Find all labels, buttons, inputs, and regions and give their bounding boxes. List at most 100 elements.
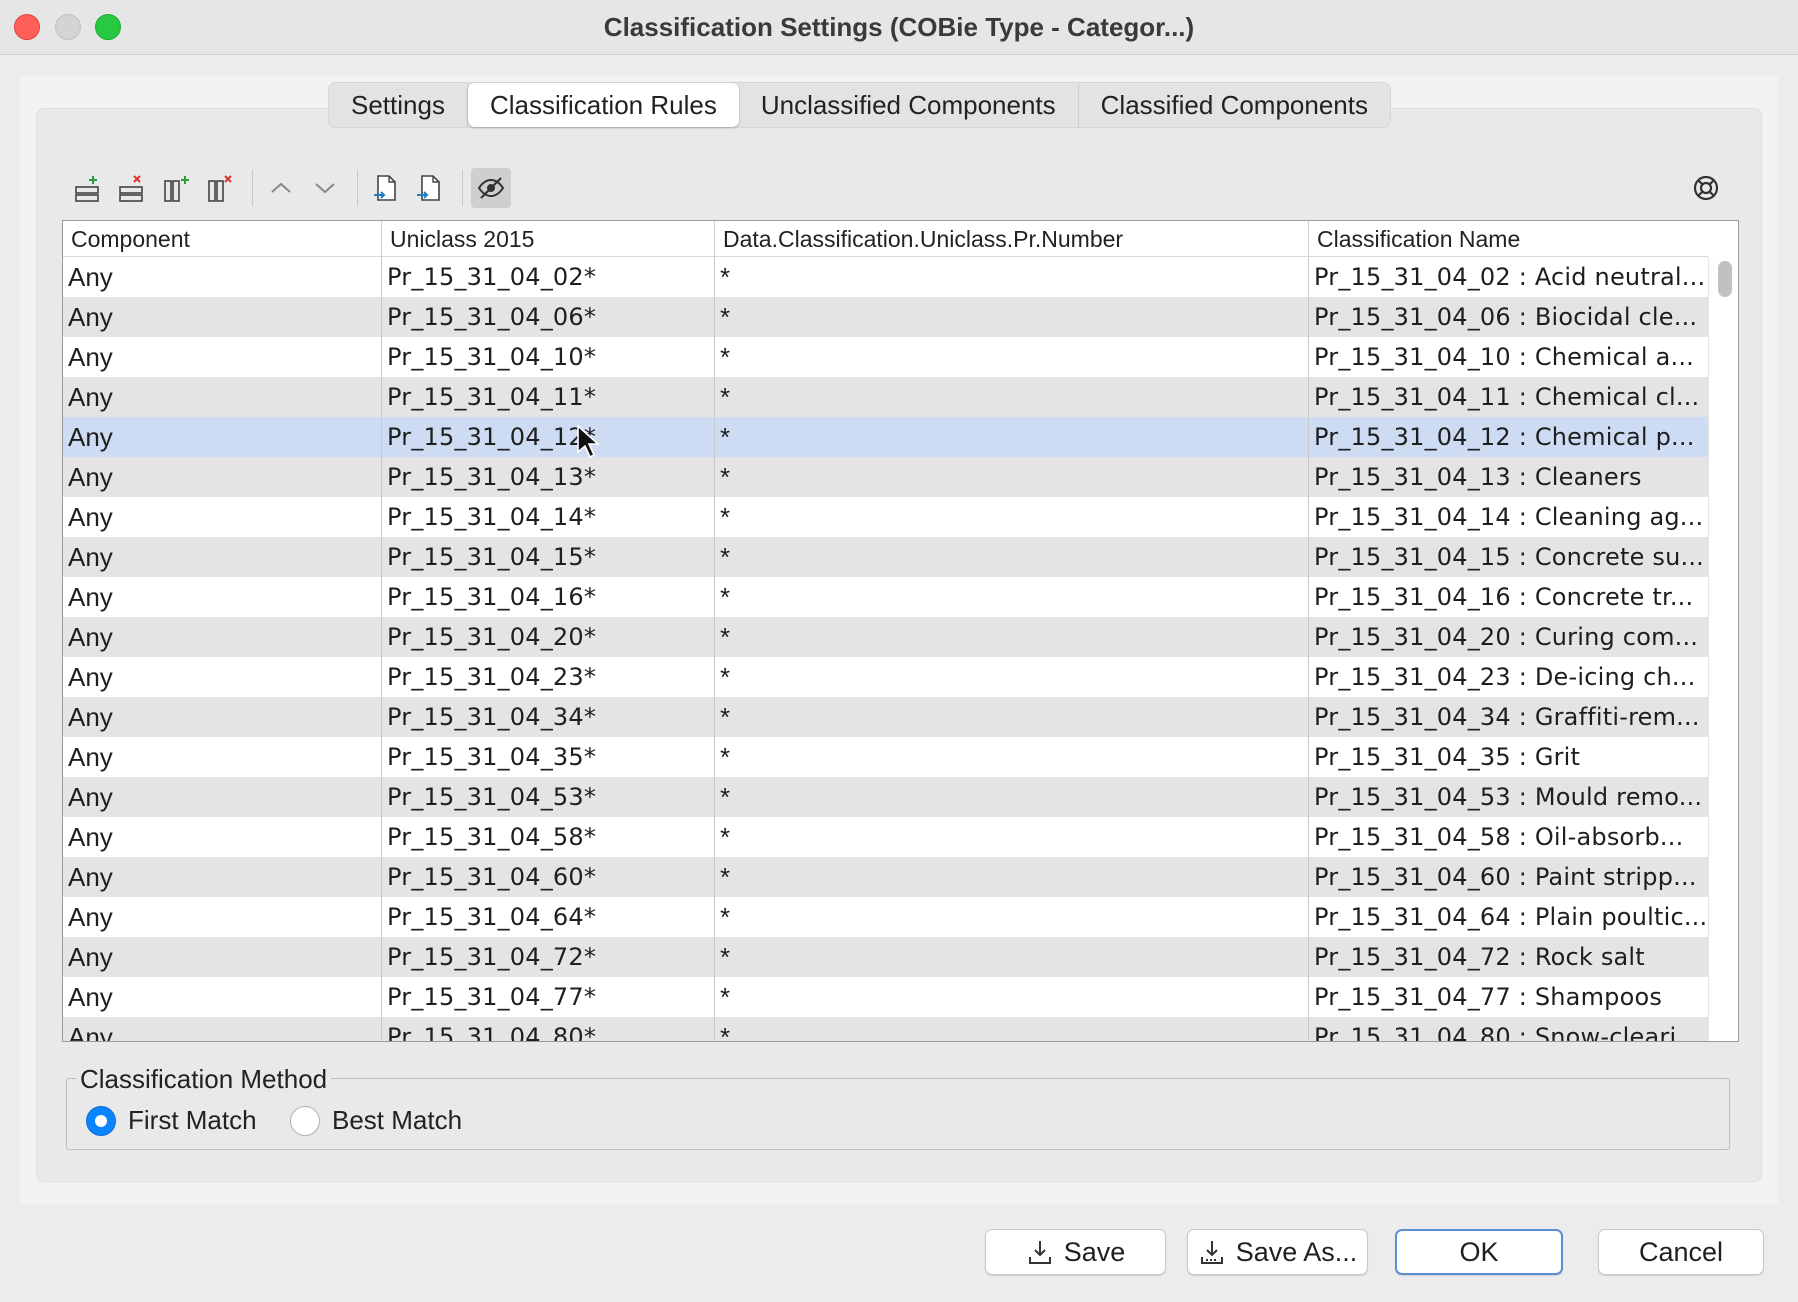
classification-name-cell[interactable]: Pr_15_31_04_11 : Chemical cl... [1308,377,1708,417]
pr-number-cell[interactable]: * [714,817,1308,857]
classification-name-cell[interactable]: Pr_15_31_04_16 : Concrete tr... [1308,577,1708,617]
classification-name-cell[interactable]: Pr_15_31_04_13 : Cleaners [1308,457,1708,497]
table-row[interactable]: Any Pr_15_31_04_77* * Pr_15_31_04_77 : Sham… [63,977,1708,1017]
table-row[interactable]: Any Pr_15_31_04_58* * Pr_15_31_04_58 : Oil-… [63,817,1708,857]
component-cell[interactable]: Any [63,257,381,297]
uniclass-cell[interactable]: Pr_15_31_04_14* [381,497,714,537]
uniclass-cell[interactable]: Pr_15_31_04_77* [381,977,714,1017]
add-row-button[interactable] [68,168,108,208]
best-match-radio[interactable]: Best Match [290,1105,462,1136]
vertical-scrollbar[interactable] [1708,257,1738,1041]
uniclass-cell[interactable]: Pr_15_31_04_64* [381,897,714,937]
uniclass-cell[interactable]: Pr_15_31_04_72* [381,937,714,977]
classification-name-cell[interactable]: Pr_15_31_04_80 : Snow-cleari... [1308,1017,1708,1041]
pr-number-cell[interactable]: * [714,257,1308,297]
pr-number-cell[interactable]: * [714,417,1308,457]
column-header-classification-name[interactable]: Classification Name [1308,221,1708,257]
table-row[interactable]: Any Pr_15_31_04_20* * Pr_15_31_04_20 : Curi… [63,617,1708,657]
component-cell[interactable]: Any [63,977,381,1017]
tab-classification-rules[interactable]: Classification Rules [467,83,739,127]
table-row[interactable]: Any Pr_15_31_04_23* * Pr_15_31_04_23 : De-i… [63,657,1708,697]
classification-name-cell[interactable]: Pr_15_31_04_23 : De-icing ch... [1308,657,1708,697]
table-row[interactable]: Any Pr_15_31_04_12* * Pr_15_31_04_12 : Chem… [63,417,1708,457]
table-row[interactable]: Any Pr_15_31_04_11* * Pr_15_31_04_11 : Chem… [63,377,1708,417]
uniclass-cell[interactable]: Pr_15_31_04_53* [381,777,714,817]
component-cell[interactable]: Any [63,537,381,577]
classification-name-cell[interactable]: Pr_15_31_04_72 : Rock salt [1308,937,1708,977]
column-header-uniclass[interactable]: Uniclass 2015 [381,221,714,257]
save-as-button[interactable]: Save As... [1187,1229,1368,1275]
radio-unselected-indicator[interactable] [290,1105,320,1136]
table-row[interactable]: Any Pr_15_31_04_10* * Pr_15_31_04_10 : Chem… [63,337,1708,377]
help-button[interactable] [1686,168,1726,208]
uniclass-cell[interactable]: Pr_15_31_04_15* [381,537,714,577]
component-cell[interactable]: Any [63,1017,381,1041]
cancel-button[interactable]: Cancel [1598,1229,1764,1275]
table-row[interactable]: Any Pr_15_31_04_13* * Pr_15_31_04_13 : Clea… [63,457,1708,497]
first-match-radio[interactable]: First Match [86,1105,257,1136]
classification-name-cell[interactable]: Pr_15_31_04_14 : Cleaning ag... [1308,497,1708,537]
column-header-pr-number[interactable]: Data.Classification.Uniclass.Pr.Number [714,221,1308,257]
component-cell[interactable]: Any [63,337,381,377]
component-cell[interactable]: Any [63,777,381,817]
move-down-button[interactable] [305,168,345,208]
classification-name-cell[interactable]: Pr_15_31_04_02 : Acid neutral... [1308,257,1708,297]
uniclass-cell[interactable]: Pr_15_31_04_34* [381,697,714,737]
classification-name-cell[interactable]: Pr_15_31_04_34 : Graffiti-rem... [1308,697,1708,737]
component-cell[interactable]: Any [63,297,381,337]
uniclass-cell[interactable]: Pr_15_31_04_06* [381,297,714,337]
move-up-button[interactable] [261,168,301,208]
pr-number-cell[interactable]: * [714,937,1308,977]
component-cell[interactable]: Any [63,617,381,657]
pr-number-cell[interactable]: * [714,897,1308,937]
classification-name-cell[interactable]: Pr_15_31_04_60 : Paint stripp... [1308,857,1708,897]
scrollbar-thumb[interactable] [1718,261,1732,297]
pr-number-cell[interactable]: * [714,337,1308,377]
table-row[interactable]: Any Pr_15_31_04_64* * Pr_15_31_04_64 : Plai… [63,897,1708,937]
table-row[interactable]: Any Pr_15_31_04_72* * Pr_15_31_04_72 : Rock… [63,937,1708,977]
pr-number-cell[interactable]: * [714,457,1308,497]
save-button[interactable]: Save [985,1229,1166,1275]
table-row[interactable]: Any Pr_15_31_04_16* * Pr_15_31_04_16 : Conc… [63,577,1708,617]
classification-name-cell[interactable]: Pr_15_31_04_15 : Concrete su... [1308,537,1708,577]
component-cell[interactable]: Any [63,697,381,737]
table-row[interactable]: Any Pr_15_31_04_15* * Pr_15_31_04_15 : Conc… [63,537,1708,577]
component-cell[interactable]: Any [63,857,381,897]
classification-name-cell[interactable]: Pr_15_31_04_58 : Oil-absorb... [1308,817,1708,857]
uniclass-cell[interactable]: Pr_15_31_04_12* [381,417,714,457]
pr-number-cell[interactable]: * [714,697,1308,737]
component-cell[interactable]: Any [63,737,381,777]
uniclass-cell[interactable]: Pr_15_31_04_58* [381,817,714,857]
pr-number-cell[interactable]: * [714,977,1308,1017]
pr-number-cell[interactable]: * [714,857,1308,897]
classification-name-cell[interactable]: Pr_15_31_04_35 : Grit [1308,737,1708,777]
uniclass-cell[interactable]: Pr_15_31_04_11* [381,377,714,417]
table-row[interactable]: Any Pr_15_31_04_14* * Pr_15_31_04_14 : Clea… [63,497,1708,537]
delete-column-button[interactable] [200,168,240,208]
classification-name-cell[interactable]: Pr_15_31_04_53 : Mould remo... [1308,777,1708,817]
table-row[interactable]: Any Pr_15_31_04_06* * Pr_15_31_04_06 : Bioc… [63,297,1708,337]
uniclass-cell[interactable]: Pr_15_31_04_35* [381,737,714,777]
component-cell[interactable]: Any [63,497,381,537]
uniclass-cell[interactable]: Pr_15_31_04_60* [381,857,714,897]
component-cell[interactable]: Any [63,657,381,697]
table-row[interactable]: Any Pr_15_31_04_53* * Pr_15_31_04_53 : Moul… [63,777,1708,817]
classification-name-cell[interactable]: Pr_15_31_04_20 : Curing com... [1308,617,1708,657]
component-cell[interactable]: Any [63,457,381,497]
component-cell[interactable]: Any [63,417,381,457]
uniclass-cell[interactable]: Pr_15_31_04_20* [381,617,714,657]
hide-toggle-button[interactable] [471,168,511,208]
pr-number-cell[interactable]: * [714,297,1308,337]
table-row[interactable]: Any Pr_15_31_04_35* * Pr_15_31_04_35 : Grit [63,737,1708,777]
table-row[interactable]: Any Pr_15_31_04_02* * Pr_15_31_04_02 : Acid… [63,257,1708,297]
table-row[interactable]: Any Pr_15_31_04_34* * Pr_15_31_04_34 : Graf… [63,697,1708,737]
classification-name-cell[interactable]: Pr_15_31_04_77 : Shampoos [1308,977,1708,1017]
classification-name-cell[interactable]: Pr_15_31_04_12 : Chemical p... [1308,417,1708,457]
component-cell[interactable]: Any [63,937,381,977]
classification-name-cell[interactable]: Pr_15_31_04_10 : Chemical a... [1308,337,1708,377]
tab-classified-components[interactable]: Classified Components [1079,83,1390,127]
uniclass-cell[interactable]: Pr_15_31_04_23* [381,657,714,697]
component-cell[interactable]: Any [63,377,381,417]
uniclass-cell[interactable]: Pr_15_31_04_10* [381,337,714,377]
pr-number-cell[interactable]: * [714,777,1308,817]
